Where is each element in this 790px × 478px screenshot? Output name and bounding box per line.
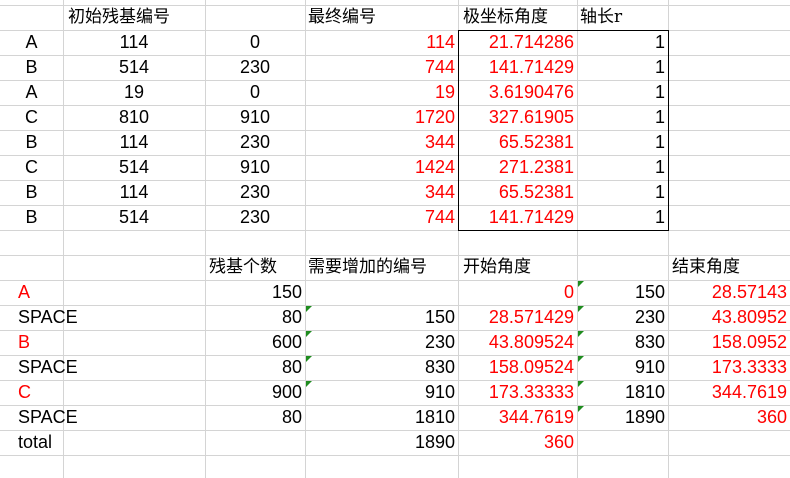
header-initial-number[interactable]: 初始残基编号 xyxy=(63,5,305,30)
start-angle[interactable]: 344.7619 xyxy=(458,405,577,430)
end-angle[interactable] xyxy=(668,430,790,455)
cumulative-number[interactable]: 1890 xyxy=(577,405,668,430)
start-angle[interactable]: 28.571429 xyxy=(458,305,577,330)
offset-value[interactable]: 910 xyxy=(205,155,305,180)
offset-value[interactable]: 230 xyxy=(205,205,305,230)
segment-label[interactable]: B xyxy=(0,330,205,355)
final-number[interactable]: 744 xyxy=(305,55,458,80)
initial-residue-number[interactable]: 114 xyxy=(63,130,205,155)
offset-value[interactable]: 0 xyxy=(205,80,305,105)
initial-residue-number[interactable]: 514 xyxy=(63,55,205,80)
header-final-number[interactable]: 最终编号 xyxy=(305,5,458,30)
increment-number[interactable]: 910 xyxy=(305,380,458,405)
residue-count[interactable]: 600 xyxy=(205,330,305,355)
residue-count[interactable]: 80 xyxy=(205,355,305,380)
green-triangle-icon xyxy=(306,381,312,387)
header-increment-number[interactable]: 需要增加的编号 xyxy=(305,255,458,280)
end-angle[interactable]: 158.0952 xyxy=(668,330,790,355)
segment-label[interactable]: SPACE xyxy=(0,305,205,330)
green-triangle-icon xyxy=(578,331,584,337)
increment-number[interactable]: 830 xyxy=(305,355,458,380)
offset-value[interactable]: 0 xyxy=(205,30,305,55)
green-triangle-icon xyxy=(578,381,584,387)
residue-count[interactable]: 80 xyxy=(205,405,305,430)
green-triangle-icon xyxy=(578,306,584,312)
residue-count[interactable] xyxy=(205,430,305,455)
offset-value[interactable]: 910 xyxy=(205,105,305,130)
final-number[interactable]: 744 xyxy=(305,205,458,230)
increment-number[interactable]: 1810 xyxy=(305,405,458,430)
header-start-angle[interactable]: 开始角度 xyxy=(458,255,577,280)
selection-border xyxy=(458,30,669,231)
final-number[interactable]: 114 xyxy=(305,30,458,55)
cumulative-number[interactable]: 230 xyxy=(577,305,668,330)
residue-count[interactable]: 150 xyxy=(205,280,305,305)
row-gridline xyxy=(0,455,790,456)
increment-number[interactable]: 150 xyxy=(305,305,458,330)
residue-chain-letter[interactable]: B xyxy=(0,205,63,230)
offset-value[interactable]: 230 xyxy=(205,130,305,155)
end-angle[interactable]: 173.3333 xyxy=(668,355,790,380)
residue-chain-letter[interactable]: B xyxy=(0,55,63,80)
cumulative-number[interactable]: 830 xyxy=(577,330,668,355)
cumulative-number[interactable]: 1810 xyxy=(577,380,668,405)
increment-number[interactable]: 1890 xyxy=(305,430,458,455)
final-number[interactable]: 1424 xyxy=(305,155,458,180)
start-angle[interactable]: 0 xyxy=(458,280,577,305)
residue-chain-letter[interactable]: B xyxy=(0,180,63,205)
start-angle[interactable]: 43.809524 xyxy=(458,330,577,355)
initial-residue-number[interactable]: 19 xyxy=(63,80,205,105)
initial-residue-number[interactable]: 114 xyxy=(63,30,205,55)
header-residue-count[interactable]: 残基个数 xyxy=(205,255,305,280)
final-number[interactable]: 344 xyxy=(305,180,458,205)
initial-residue-number[interactable]: 114 xyxy=(63,180,205,205)
row-gridline xyxy=(0,230,790,231)
green-triangle-icon xyxy=(578,356,584,362)
offset-value[interactable]: 230 xyxy=(205,55,305,80)
start-angle[interactable]: 360 xyxy=(458,430,577,455)
initial-residue-number[interactable]: 514 xyxy=(63,205,205,230)
segment-label[interactable]: A xyxy=(0,280,205,305)
green-triangle-icon xyxy=(306,306,312,312)
final-number[interactable]: 19 xyxy=(305,80,458,105)
cumulative-number[interactable]: 150 xyxy=(577,280,668,305)
residue-chain-letter[interactable]: C xyxy=(0,105,63,130)
residue-count[interactable]: 900 xyxy=(205,380,305,405)
increment-number[interactable]: 230 xyxy=(305,330,458,355)
spreadsheet-grid[interactable]: 初始残基编号 最终编号 极坐标角度 轴长r A 114 0 114 21.714286 1 B 514… xyxy=(0,0,790,478)
end-angle[interactable]: 28.57143 xyxy=(668,280,790,305)
final-number[interactable]: 1720 xyxy=(305,105,458,130)
residue-chain-letter[interactable]: A xyxy=(0,80,63,105)
residue-chain-letter[interactable]: C xyxy=(0,155,63,180)
start-angle[interactable]: 158.09524 xyxy=(458,355,577,380)
initial-residue-number[interactable]: 810 xyxy=(63,105,205,130)
residue-count[interactable]: 80 xyxy=(205,305,305,330)
green-triangle-icon xyxy=(578,406,584,412)
segment-label[interactable]: SPACE xyxy=(0,405,205,430)
cumulative-number[interactable]: 910 xyxy=(577,355,668,380)
residue-chain-letter[interactable]: B xyxy=(0,130,63,155)
residue-chain-letter[interactable]: A xyxy=(0,30,63,55)
start-angle[interactable]: 173.33333 xyxy=(458,380,577,405)
segment-label[interactable]: C xyxy=(0,380,205,405)
offset-value[interactable]: 230 xyxy=(205,180,305,205)
header-end-angle[interactable]: 结束角度 xyxy=(668,255,790,280)
end-angle[interactable]: 43.80952 xyxy=(668,305,790,330)
final-number[interactable]: 344 xyxy=(305,130,458,155)
segment-label[interactable]: SPACE xyxy=(0,355,205,380)
header-axis-length[interactable]: 轴长r xyxy=(577,5,668,30)
green-triangle-icon xyxy=(578,281,584,287)
green-triangle-icon xyxy=(306,356,312,362)
initial-residue-number[interactable]: 514 xyxy=(63,155,205,180)
cumulative-number[interactable] xyxy=(577,430,668,455)
end-angle[interactable]: 360 xyxy=(668,405,790,430)
segment-label[interactable]: total xyxy=(0,430,205,455)
end-angle[interactable]: 344.7619 xyxy=(668,380,790,405)
green-triangle-icon xyxy=(306,331,312,337)
header-polar-angle[interactable]: 极坐标角度 xyxy=(458,5,577,30)
increment-number[interactable] xyxy=(305,280,458,305)
